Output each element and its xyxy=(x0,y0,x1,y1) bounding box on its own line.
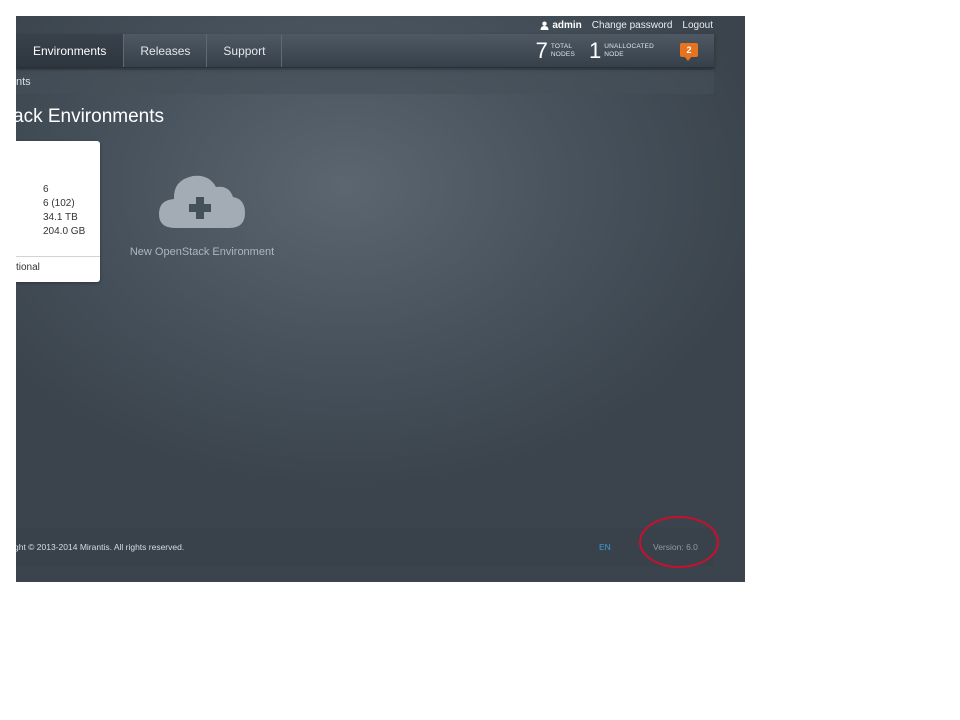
notifications-button[interactable]: 2 xyxy=(680,42,700,61)
env-card-divider xyxy=(16,256,100,257)
breadcrumb-item[interactable]: nts xyxy=(16,76,31,88)
username: admin xyxy=(552,19,582,31)
tab-releases[interactable]: Releases xyxy=(124,34,208,67)
footer: ght © 2013-2014 Mirantis. All rights res… xyxy=(16,528,714,566)
tab-environments[interactable]: Environments xyxy=(16,34,125,67)
copyright-text: ght © 2013-2014 Mirantis. All rights res… xyxy=(16,542,185,552)
language-selector[interactable]: EN xyxy=(599,542,611,552)
user-icon xyxy=(540,21,549,30)
unallocated-nodes-stat[interactable]: 1 UNALLOCATED NODE xyxy=(588,37,654,63)
env-card-status: tional xyxy=(16,262,40,273)
env-card-value: 6 (102) xyxy=(43,198,75,209)
env-card-value: 34.1 TB xyxy=(43,212,78,223)
app-screenshot: admin Change password Logout Environment… xyxy=(16,16,745,582)
notifications-count: 2 xyxy=(684,42,694,57)
user-bar: admin Change password Logout xyxy=(540,16,713,34)
notification-icon: 2 xyxy=(680,42,698,57)
node-stats: 7 TOTAL NODES 1 UNALLOCATED NODE 2 xyxy=(536,34,714,67)
env-card-value: 6 xyxy=(43,184,49,195)
change-password-link[interactable]: Change password xyxy=(592,20,673,31)
user-menu[interactable]: admin xyxy=(540,19,582,31)
unallocated-nodes-label-line1: UNALLOCATED xyxy=(604,42,654,50)
annotation-circle xyxy=(639,516,719,568)
logout-link[interactable]: Logout xyxy=(682,20,713,31)
total-nodes-count: 7 xyxy=(535,37,548,63)
tab-support[interactable]: Support xyxy=(207,34,283,67)
breadcrumb: nts xyxy=(16,70,714,94)
new-environment-label: New OpenStack Environment xyxy=(129,246,275,258)
total-nodes-label-line1: TOTAL xyxy=(550,42,573,50)
total-nodes-label: TOTAL NODES xyxy=(551,43,575,59)
env-card-value: 204.0 GB xyxy=(43,226,86,237)
new-environment-button[interactable]: New OpenStack Environment xyxy=(120,166,284,258)
total-nodes-label-line2: NODES xyxy=(550,50,575,58)
main-navbar: Environments Releases Support 7 TOTAL NO… xyxy=(16,34,714,68)
notification-icon-tail xyxy=(684,55,692,61)
environment-card[interactable]: 6 6 (102) 34.1 TB 204.0 GB tional xyxy=(16,141,100,282)
unallocated-nodes-label: UNALLOCATED NODE xyxy=(604,43,654,59)
total-nodes-stat[interactable]: 7 TOTAL NODES xyxy=(535,37,575,63)
unallocated-nodes-label-line2: NODE xyxy=(604,50,624,58)
page-title: ack Environments xyxy=(16,106,165,127)
cloud-plus-icon xyxy=(159,175,245,228)
unallocated-nodes-count: 1 xyxy=(588,37,602,63)
